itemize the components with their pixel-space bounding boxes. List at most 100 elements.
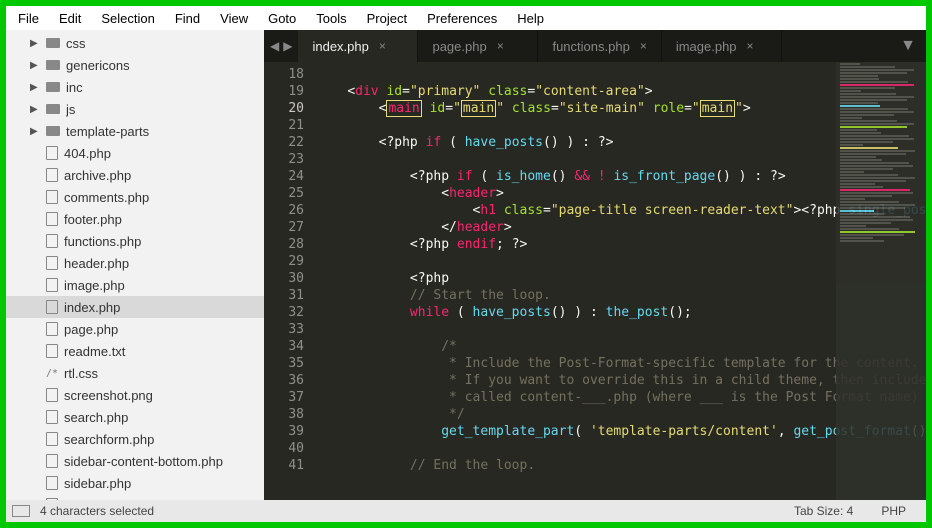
close-icon[interactable]: × — [379, 39, 386, 53]
code-line[interactable]: <div id="primary" class="content-area"> — [312, 83, 926, 100]
menu-selection[interactable]: Selection — [91, 8, 164, 29]
disclosure-icon[interactable]: ▶ — [30, 126, 40, 137]
menu-goto[interactable]: Goto — [258, 8, 306, 29]
code-line[interactable]: // Start the loop. — [312, 287, 926, 304]
code-line[interactable] — [312, 253, 926, 270]
status-lang[interactable]: PHP — [867, 504, 920, 518]
file-404-php[interactable]: 404.php — [6, 142, 264, 164]
code-line[interactable]: <?php — [312, 270, 926, 287]
close-icon[interactable]: × — [747, 39, 754, 53]
file-icon: /* — [46, 366, 58, 380]
line-number: 28 — [268, 236, 304, 253]
code-line[interactable]: * called content-___.php (where ___ is t… — [312, 389, 926, 406]
line-gutter: 1819202122232425262728293031323334353637… — [264, 62, 312, 500]
file-header-php[interactable]: header.php — [6, 252, 264, 274]
file-sidebar-php[interactable]: sidebar.php — [6, 472, 264, 494]
status-tabsize[interactable]: Tab Size: 4 — [780, 504, 867, 518]
file-image-php[interactable]: image.php — [6, 274, 264, 296]
menu-file[interactable]: File — [8, 8, 49, 29]
menu-edit[interactable]: Edit — [49, 8, 91, 29]
code-line[interactable] — [312, 117, 926, 134]
file-screenshot-png[interactable]: screenshot.png — [6, 384, 264, 406]
code-line[interactable]: * If you want to override this in a chil… — [312, 372, 926, 389]
editor-area: ◀ ▶ index.php×page.php×functions.php×ima… — [264, 30, 926, 500]
code-line[interactable]: * Include the Post-Format-specific templ… — [312, 355, 926, 372]
folder-template-parts[interactable]: ▶template-parts — [6, 120, 264, 142]
tab-page-php[interactable]: page.php × — [418, 30, 538, 62]
minimap[interactable] — [836, 62, 926, 500]
folder-icon — [46, 126, 60, 136]
code-line[interactable]: <h1 class="page-title screen-reader-text… — [312, 202, 926, 219]
code-line[interactable] — [312, 440, 926, 457]
code-line[interactable] — [312, 151, 926, 168]
file-sidebar[interactable]: ▶css▶genericons▶inc▶js▶template-parts 404… — [6, 30, 264, 500]
status-panel-icon[interactable] — [12, 505, 30, 517]
menu-help[interactable]: Help — [507, 8, 554, 29]
tab-next-icon[interactable]: ▶ — [283, 39, 292, 53]
file-icon — [46, 322, 58, 336]
file-comments-php[interactable]: comments.php — [6, 186, 264, 208]
tab-menu-icon[interactable]: ▼ — [890, 30, 926, 62]
disclosure-icon[interactable]: ▶ — [30, 104, 40, 115]
close-icon[interactable]: × — [640, 39, 647, 53]
code-line[interactable]: // End the loop. — [312, 457, 926, 474]
close-icon[interactable]: × — [497, 39, 504, 53]
file-rtl-css[interactable]: /* rtl.css — [6, 362, 264, 384]
file-icon — [46, 212, 58, 226]
folder-js[interactable]: ▶js — [6, 98, 264, 120]
line-number: 25 — [268, 185, 304, 202]
tab-bar: ◀ ▶ index.php×page.php×functions.php×ima… — [264, 30, 926, 62]
tab-image-php[interactable]: image.php× — [662, 30, 782, 62]
tab-prev-icon[interactable]: ◀ — [270, 39, 279, 53]
file-index-php[interactable]: index.php — [6, 296, 264, 318]
code-line[interactable]: <header> — [312, 185, 926, 202]
code-line[interactable]: */ — [312, 406, 926, 423]
folder-inc[interactable]: ▶inc — [6, 76, 264, 98]
code-line[interactable]: /* — [312, 338, 926, 355]
code-line[interactable]: while ( have_posts() ) : the_post(); — [312, 304, 926, 321]
line-number: 24 — [268, 168, 304, 185]
file-sidebar-content-bottom-php[interactable]: sidebar-content-bottom.php — [6, 450, 264, 472]
file-search-php[interactable]: search.php — [6, 406, 264, 428]
menu-project[interactable]: Project — [357, 8, 417, 29]
folder-genericons[interactable]: ▶genericons — [6, 54, 264, 76]
line-number: 22 — [268, 134, 304, 151]
tree-item-label: rtl.css — [64, 366, 264, 381]
code-editor[interactable]: <div id="primary" class="content-area"> … — [312, 62, 926, 500]
file-page-php[interactable]: page.php — [6, 318, 264, 340]
line-number: 33 — [268, 321, 304, 338]
tab-label: page.php — [432, 39, 486, 54]
file-readme-txt[interactable]: readme.txt — [6, 340, 264, 362]
code-line[interactable]: <main id="main" class="site-main" role="… — [312, 100, 926, 117]
file-searchform-php[interactable]: searchform.php — [6, 428, 264, 450]
tab-index-php[interactable]: index.php× — [298, 30, 418, 62]
file-icon — [46, 234, 58, 248]
tree-item-label: image.php — [64, 278, 264, 293]
status-selection: 4 characters selected — [40, 504, 154, 518]
code-line[interactable]: get_template_part( 'template-parts/conte… — [312, 423, 926, 440]
disclosure-icon[interactable]: ▶ — [30, 38, 40, 49]
menu-view[interactable]: View — [210, 8, 258, 29]
code-line[interactable]: </header> — [312, 219, 926, 236]
disclosure-icon[interactable]: ▶ — [30, 82, 40, 93]
file-icon — [46, 454, 58, 468]
code-line[interactable] — [312, 321, 926, 338]
menu-preferences[interactable]: Preferences — [417, 8, 507, 29]
disclosure-icon[interactable]: ▶ — [30, 60, 40, 71]
menu-tools[interactable]: Tools — [306, 8, 356, 29]
code-line[interactable]: <?php if ( is_home() && ! is_front_page(… — [312, 168, 926, 185]
tree-item-label: readme.txt — [64, 344, 264, 359]
folder-css[interactable]: ▶css — [6, 32, 264, 54]
code-line[interactable] — [312, 66, 926, 83]
file-functions-php[interactable]: functions.php — [6, 230, 264, 252]
menu-find[interactable]: Find — [165, 8, 210, 29]
code-line[interactable]: <?php if ( have_posts() ) : ?> — [312, 134, 926, 151]
tab-nav[interactable]: ◀ ▶ — [264, 30, 298, 62]
tab-functions-php[interactable]: functions.php× — [538, 30, 661, 62]
code-line[interactable]: <?php endif; ?> — [312, 236, 926, 253]
line-number: 21 — [268, 117, 304, 134]
file-footer-php[interactable]: footer.php — [6, 208, 264, 230]
tree-item-label: 404.php — [64, 146, 264, 161]
file-archive-php[interactable]: archive.php — [6, 164, 264, 186]
folder-icon — [46, 38, 60, 48]
